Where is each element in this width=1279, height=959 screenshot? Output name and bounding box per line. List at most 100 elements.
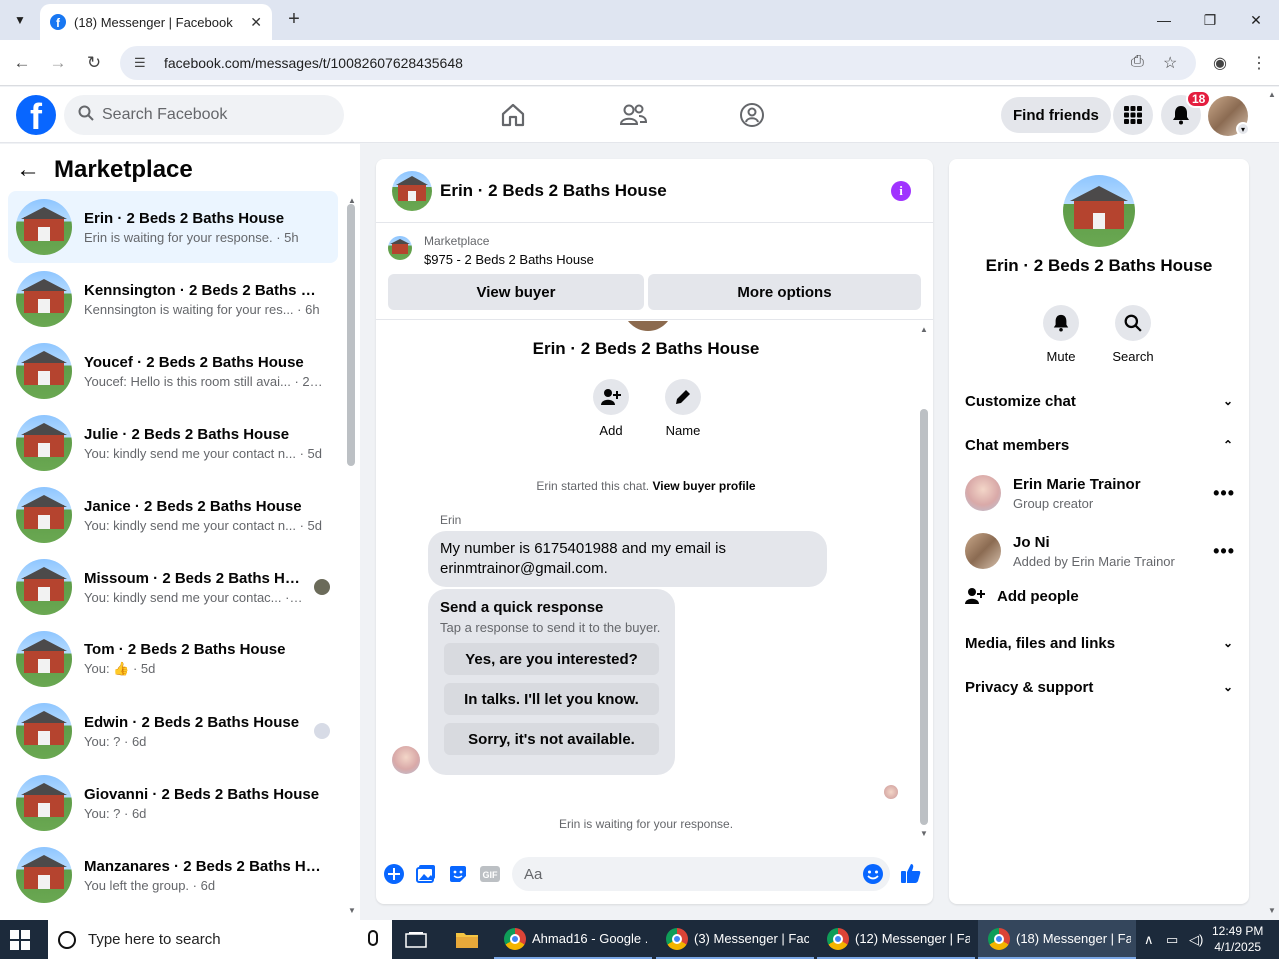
find-friends-button[interactable]: Find friends <box>1001 97 1111 133</box>
message-bubble[interactable]: My number is 6175401988 and my email is … <box>428 531 827 587</box>
read-receipt-avatar <box>884 785 898 799</box>
listing-price[interactable]: $975 - 2 Beds 2 Baths House <box>424 252 594 267</box>
file-explorer-icon[interactable] <box>455 928 479 952</box>
scroll-down-arrow-icon[interactable]: ▼ <box>920 829 928 838</box>
plus-circle-icon[interactable] <box>383 863 405 885</box>
home-icon[interactable] <box>497 99 529 131</box>
view-buyer-profile-link[interactable]: View buyer profile <box>652 479 755 493</box>
quick-reply-button[interactable]: Yes, are you interested? <box>444 643 659 675</box>
member-row[interactable]: Erin Marie Trainor Group creator ••• <box>965 471 1235 515</box>
quick-reply-button[interactable]: In talks. I'll let you know. <box>444 683 659 715</box>
forward-arrow-icon[interactable]: → <box>45 50 71 76</box>
customize-chat-row[interactable]: Customize chat ⌄ <box>965 383 1233 419</box>
conversation-item[interactable]: Julie · 2 Beds 2 Baths House You: kindly … <box>8 407 338 479</box>
privacy-support-row[interactable]: Privacy & support ⌄ <box>965 669 1233 705</box>
more-options-button[interactable]: More options <box>648 274 921 310</box>
taskbar-app-chrome[interactable]: (3) Messenger | Fac... <box>656 920 814 959</box>
taskbar-search-input[interactable] <box>88 931 358 948</box>
chat-scrollbar[interactable] <box>920 409 928 825</box>
sender-avatar[interactable] <box>392 746 420 774</box>
window-close-icon[interactable]: ✕ <box>1233 0 1279 40</box>
message-input[interactable] <box>524 865 844 883</box>
account-chevron-icon[interactable]: ▾ <box>1236 122 1250 136</box>
sticker-icon[interactable] <box>447 863 469 885</box>
search-in-chat-button[interactable]: Search <box>1103 305 1163 364</box>
conversation-item[interactable]: Janice · 2 Beds 2 Baths House You: kindly… <box>8 479 338 551</box>
restore-icon[interactable]: ❐ <box>1187 0 1233 40</box>
more-options-icon[interactable]: ••• <box>1213 541 1235 562</box>
taskbar-app-chrome[interactable]: Ahmad16 - Google ... <box>494 920 652 959</box>
install-app-icon[interactable]: ⎙ <box>1131 53 1144 71</box>
listing-thumbnail <box>16 487 72 543</box>
menu-grid-icon[interactable] <box>1113 95 1153 135</box>
conversation-item[interactable]: Manzanares · 2 Beds 2 Baths Ho... You lef… <box>8 839 338 911</box>
media-files-row[interactable]: Media, files and links ⌄ <box>965 625 1233 661</box>
browser-tab-bar: ▼ f (18) Messenger | Facebook ✕ + — ❐ ✕ <box>0 0 1279 40</box>
conversation-item[interactable]: Kennsington · 2 Beds 2 Baths Ho... Kennsi… <box>8 263 338 335</box>
groups-icon[interactable] <box>736 99 768 131</box>
back-arrow-icon[interactable]: ← <box>16 156 40 184</box>
page-scroll-up-icon[interactable]: ▲ <box>1268 90 1276 99</box>
minimize-icon[interactable]: — <box>1141 0 1187 40</box>
scroll-down-arrow-icon[interactable]: ▼ <box>348 906 356 915</box>
chat-members-row[interactable]: Chat members ⌃ <box>965 427 1233 463</box>
volume-icon[interactable]: ◁) <box>1189 932 1203 948</box>
chat-avatar-large <box>1063 175 1135 247</box>
friends-icon[interactable] <box>617 99 649 131</box>
conversation-item[interactable]: Missoum · 2 Beds 2 Baths Ho... You: kindl… <box>8 551 338 623</box>
view-buyer-button[interactable]: View buyer <box>388 274 644 310</box>
bookmark-star-icon[interactable]: ☆ <box>1163 53 1177 73</box>
address-bar[interactable]: ☰ facebook.com/messages/t/10082607628435… <box>120 46 1196 80</box>
conversation-item[interactable]: Youcef · 2 Beds 2 Baths House Youcef: Hel… <box>8 335 338 407</box>
browser-menu-icon[interactable]: ⋮ <box>1251 53 1267 73</box>
media-files-label: Media, files and links <box>965 634 1116 652</box>
add-people-button[interactable]: Add people <box>965 587 1079 605</box>
message-input-box[interactable] <box>512 857 890 891</box>
group-avatar <box>623 321 673 331</box>
facebook-search[interactable] <box>64 95 344 135</box>
mute-button[interactable]: Mute <box>1031 305 1091 364</box>
tray-chevron-icon[interactable]: ∧ <box>1144 932 1154 948</box>
conversation-item[interactable]: Edwin · 2 Beds 2 Baths House You: ? · 6d <box>8 695 338 767</box>
conversation-item[interactable]: Giovanni · 2 Beds 2 Baths House You: ? · … <box>8 767 338 839</box>
conversation-name: Erin · 2 Beds 2 Baths House <box>84 209 285 227</box>
conversation-item[interactable]: Erin · 2 Beds 2 Baths House Erin is waiti… <box>8 191 338 263</box>
windows-start-icon[interactable] <box>10 930 30 950</box>
taskbar-search[interactable] <box>48 920 392 959</box>
site-info-icon[interactable]: ☰ <box>134 54 152 72</box>
chat-title[interactable]: Erin · 2 Beds 2 Baths House <box>440 181 667 201</box>
tab-search-chevron-icon[interactable]: ▼ <box>8 8 32 32</box>
sidebar-scrollbar[interactable] <box>347 204 355 466</box>
photo-icon[interactable] <box>415 863 437 885</box>
tab-close-icon[interactable]: ✕ <box>250 14 262 31</box>
quick-reply-button[interactable]: Sorry, it's not available. <box>444 723 659 755</box>
search-input[interactable] <box>102 106 322 124</box>
member-row[interactable]: Jo Ni Added by Erin Marie Trainor ••• <box>965 529 1235 573</box>
taskbar-app-chrome[interactable]: (12) Messenger | Fa... <box>817 920 975 959</box>
conversation-preview: You: kindly send me your contact n... · … <box>84 517 322 533</box>
facebook-logo-icon[interactable]: f <box>16 95 56 135</box>
new-tab-plus-icon[interactable]: + <box>282 8 306 32</box>
add-member-button[interactable]: Add <box>581 379 641 438</box>
page-scroll-down-icon[interactable]: ▼ <box>1268 906 1276 915</box>
chat-avatar[interactable] <box>392 170 432 211</box>
more-options-icon[interactable]: ••• <box>1213 483 1235 504</box>
rename-button[interactable]: Name <box>653 379 713 438</box>
info-icon[interactable]: i <box>891 181 911 201</box>
thumbs-up-icon[interactable] <box>899 861 923 885</box>
reload-icon[interactable]: ↻ <box>81 50 107 76</box>
network-icon[interactable]: ▭ <box>1166 932 1178 948</box>
emoji-icon[interactable] <box>862 863 884 885</box>
back-arrow-icon[interactable]: ← <box>9 50 35 76</box>
profile-icon[interactable]: ◉ <box>1213 53 1227 73</box>
task-view-icon[interactable] <box>404 928 428 952</box>
browser-tab-active[interactable]: f (18) Messenger | Facebook ✕ <box>40 4 272 40</box>
system-clock[interactable]: 12:49 PM 4/1/2025 <box>1212 923 1263 955</box>
gif-icon[interactable]: GIF <box>479 863 501 885</box>
taskbar-app-chrome-active[interactable]: (18) Messenger | Fa... <box>978 920 1136 959</box>
notification-badge: 18 <box>1186 90 1212 108</box>
scroll-up-arrow-icon[interactable]: ▲ <box>920 325 928 334</box>
microphone-icon[interactable] <box>368 930 378 946</box>
chat-panel: Erin · 2 Beds 2 Baths House i Marketplac… <box>376 159 933 904</box>
conversation-item[interactable]: Tom · 2 Beds 2 Baths House You: 👍 · 5d <box>8 623 338 695</box>
